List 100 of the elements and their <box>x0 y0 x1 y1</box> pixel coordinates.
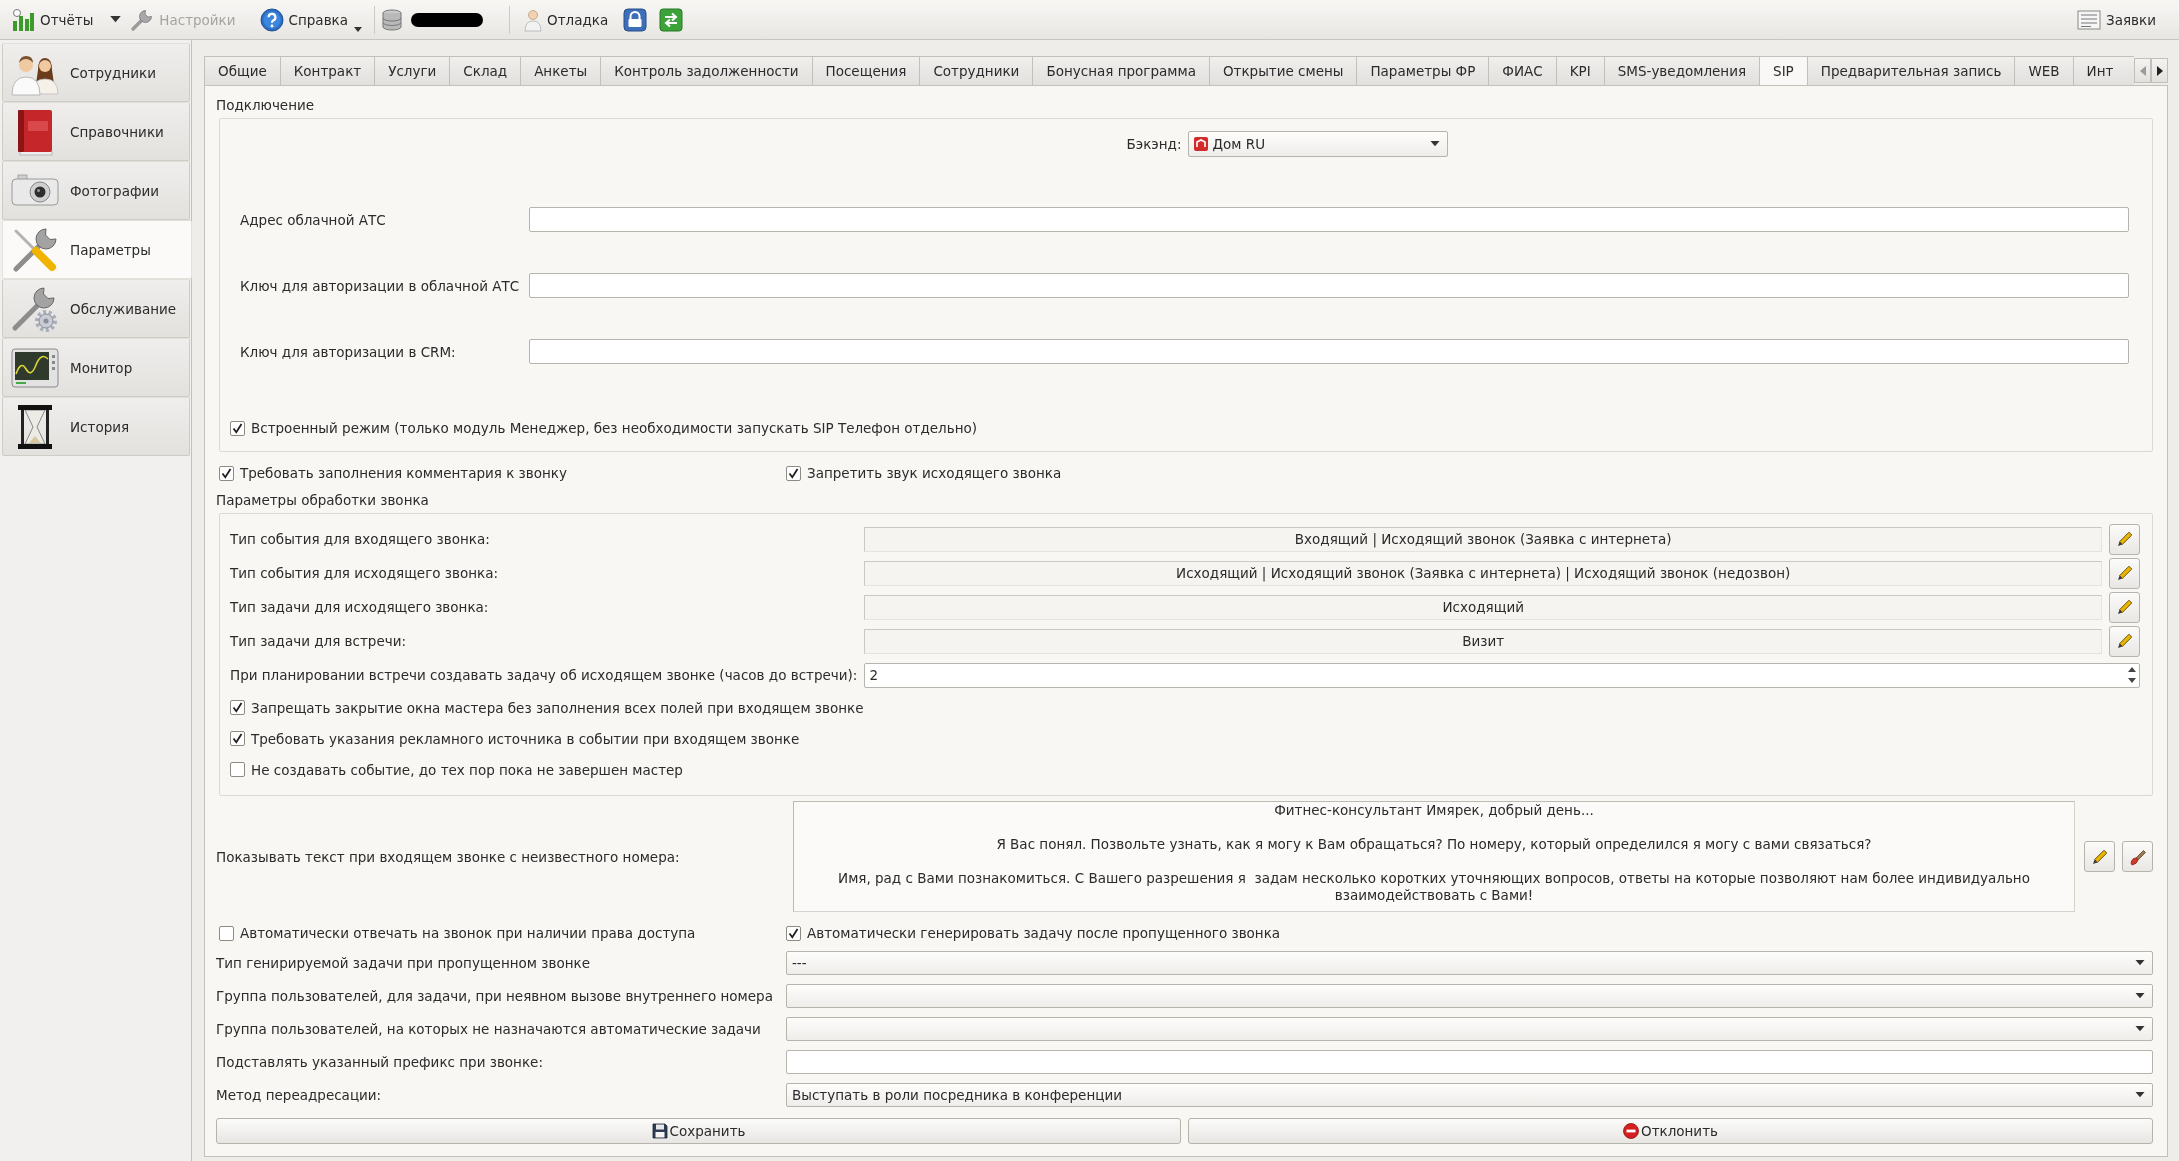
padlock-icon[interactable] <box>623 7 648 32</box>
checkbox-label: Автоматически генерировать задачу после пропущенного звонка <box>807 925 1281 941</box>
no-entry-icon <box>1623 1123 1639 1139</box>
debug-button[interactable]: Отладка <box>521 3 612 36</box>
field-label: Ключ для авторизации в облачной АТС <box>240 277 521 294</box>
text-field[interactable] <box>529 273 2129 298</box>
save-button[interactable]: Сохранить <box>216 1118 1181 1144</box>
checkbox[interactable] <box>786 465 801 481</box>
checkbox-label: Автоматически отвечать на звонок при наличии права доступа <box>240 925 696 941</box>
wrench-icon <box>130 7 155 32</box>
tab[interactable]: ФИАС <box>1489 56 1557 85</box>
field-label: Тип события для входящего звонка: <box>230 531 491 547</box>
caret-icon <box>2135 1091 2145 1098</box>
tab[interactable]: SMS-уведомления <box>1604 56 1761 85</box>
text-field[interactable] <box>529 207 2129 232</box>
tab[interactable]: KPI <box>1556 56 1605 85</box>
tab[interactable]: WEB <box>2015 56 2074 85</box>
message-paragraph: Я Вас понял. Позвольте узнать, как я могу к Вам обращаться? По номеру, который определился я могу с вами связаться? <box>995 836 1873 853</box>
edit-button[interactable] <box>2084 841 2115 872</box>
tab[interactable]: Инт <box>2073 56 2134 85</box>
field-label: Тип задачи для встречи: <box>230 633 408 649</box>
checkbox[interactable] <box>219 465 234 481</box>
tab[interactable]: Услуги <box>375 56 451 85</box>
dropdown[interactable]: Выступать в роли посредника в конференции <box>786 1082 2153 1107</box>
checkbox-label: Встроенный режим (только модуль Менеджер, без необходимости запускать SIP Телефон отдельно) <box>251 420 977 436</box>
bar-chart-icon <box>11 7 35 32</box>
tab[interactable]: Посещения <box>812 56 921 85</box>
checkbox[interactable] <box>219 925 234 941</box>
checkbox[interactable] <box>230 700 245 715</box>
tab[interactable]: Предварительная запись <box>1807 56 2016 85</box>
field-label: Показывать текст при входящем звонке с неизвестного номера: <box>216 848 681 865</box>
tab[interactable]: SIP <box>1760 56 1808 85</box>
sidebar-item[interactable]: Обслуживание <box>2 279 190 338</box>
dropdown[interactable]: --- <box>786 950 2153 975</box>
sidebar-item[interactable]: История <box>2 397 190 456</box>
edit-button[interactable] <box>2109 523 2140 555</box>
message-paragraph: Имя, рад с Вами познакомиться. С Вашего разрешения я задам несколько коротких уточняющих вопросов, ответы на которые позволяют нам более индивидуально взаимодействовать с Вами! <box>837 870 2031 904</box>
field-label: Группа пользователей, на которых не назначаются автоматические задачи <box>216 1020 762 1037</box>
field-label: Адрес облачной АТС <box>240 211 387 228</box>
text-field[interactable] <box>786 1049 2153 1074</box>
checkbox[interactable] <box>230 420 245 436</box>
value-field: Визит <box>864 628 2102 654</box>
section-title: Параметры обработки звонка <box>216 491 430 509</box>
requests-button[interactable]: Заявки <box>2074 3 2159 36</box>
tab[interactable]: Контроль задолженности <box>601 56 813 85</box>
field-label: Группа пользователей, для задачи, при неявном вызове внутреннего номера <box>216 987 774 1004</box>
left-arrow-icon <box>2139 65 2146 76</box>
sidebar-item[interactable]: Монитор <box>2 338 190 397</box>
tab[interactable]: Склад <box>450 56 522 85</box>
field-label: Тип задачи для исходящего звонка: <box>230 599 490 615</box>
sidebar-item[interactable]: Сотрудники <box>2 43 190 102</box>
reject-button[interactable]: Отклонить <box>1188 1118 2153 1144</box>
caret-icon <box>1429 141 1440 147</box>
backend-dropdown[interactable]: Дом RU <box>1187 131 1448 157</box>
checkbox-label: Запретить звук исходящего звонка <box>807 465 1062 481</box>
text-field[interactable] <box>529 339 2129 364</box>
field-label: Тип генирируемой задачи при пропущенном звонке <box>216 954 591 971</box>
redaction-bar-icon <box>411 12 484 27</box>
checkbox-label: Не создавать событие, до тех пор пока не завершен мастер <box>251 761 683 778</box>
message-paragraph: Фитнес-консультант Имярек, добрый день... <box>1273 802 1595 819</box>
caret-icon[interactable] <box>354 27 363 32</box>
edit-button[interactable] <box>2109 625 2140 657</box>
number-spinbox[interactable]: 2 <box>864 662 2140 688</box>
tab[interactable]: Контракт <box>280 56 376 85</box>
checkbox[interactable] <box>230 762 245 777</box>
reports-button[interactable]: Отчёты <box>8 3 97 36</box>
sidebar-item[interactable]: Справочники <box>2 102 190 161</box>
database-icon[interactable] <box>380 7 405 32</box>
checkbox-label: Требовать указания рекламного источника в событии при входящем звонке <box>251 730 800 747</box>
checkbox-label: Требовать заполнения комментария к звонку <box>240 465 567 481</box>
text-area[interactable] <box>793 801 2075 912</box>
field-label: При планировании встречи создавать задачу об исходящем звонке (часов до встречи): <box>230 667 858 683</box>
sidebar-item[interactable]: Параметры <box>2 220 192 279</box>
tab[interactable]: Общие <box>204 56 281 85</box>
field-label: Бэкэнд: <box>1126 136 1182 152</box>
person-icon <box>524 7 543 32</box>
edit-button[interactable] <box>2109 557 2140 589</box>
list-icon <box>2077 7 2102 32</box>
scroll-right-button[interactable] <box>2151 58 2168 83</box>
caret-icon[interactable] <box>110 16 122 23</box>
square-logo-icon <box>1193 137 1208 151</box>
checkbox[interactable] <box>230 731 245 746</box>
caret-icon <box>2135 992 2145 999</box>
section-title: Подключение <box>216 96 316 114</box>
field-label: Метод переадресации: <box>216 1086 383 1103</box>
arrows-icon[interactable] <box>659 7 684 32</box>
tab[interactable]: Сотрудники <box>920 56 1034 85</box>
tab[interactable]: Анкеты <box>521 56 602 85</box>
tab[interactable]: Открытие смены <box>1209 56 1358 85</box>
right-arrow-icon <box>2156 65 2163 76</box>
field-label: Подставлять указанный префикс при звонке: <box>216 1053 544 1070</box>
field-label: Ключ для авторизации в CRM: <box>240 343 457 360</box>
checkbox[interactable] <box>786 925 801 941</box>
value-field: Исходящий <box>864 594 2102 620</box>
tab[interactable]: Бонусная программа <box>1033 56 1210 85</box>
clear-button[interactable] <box>2122 841 2153 872</box>
tab[interactable]: Параметры ФР <box>1357 56 1490 85</box>
sidebar-item[interactable]: Фотографии <box>2 161 190 220</box>
help-button[interactable]: Справка <box>256 3 352 36</box>
edit-button[interactable] <box>2109 591 2140 623</box>
